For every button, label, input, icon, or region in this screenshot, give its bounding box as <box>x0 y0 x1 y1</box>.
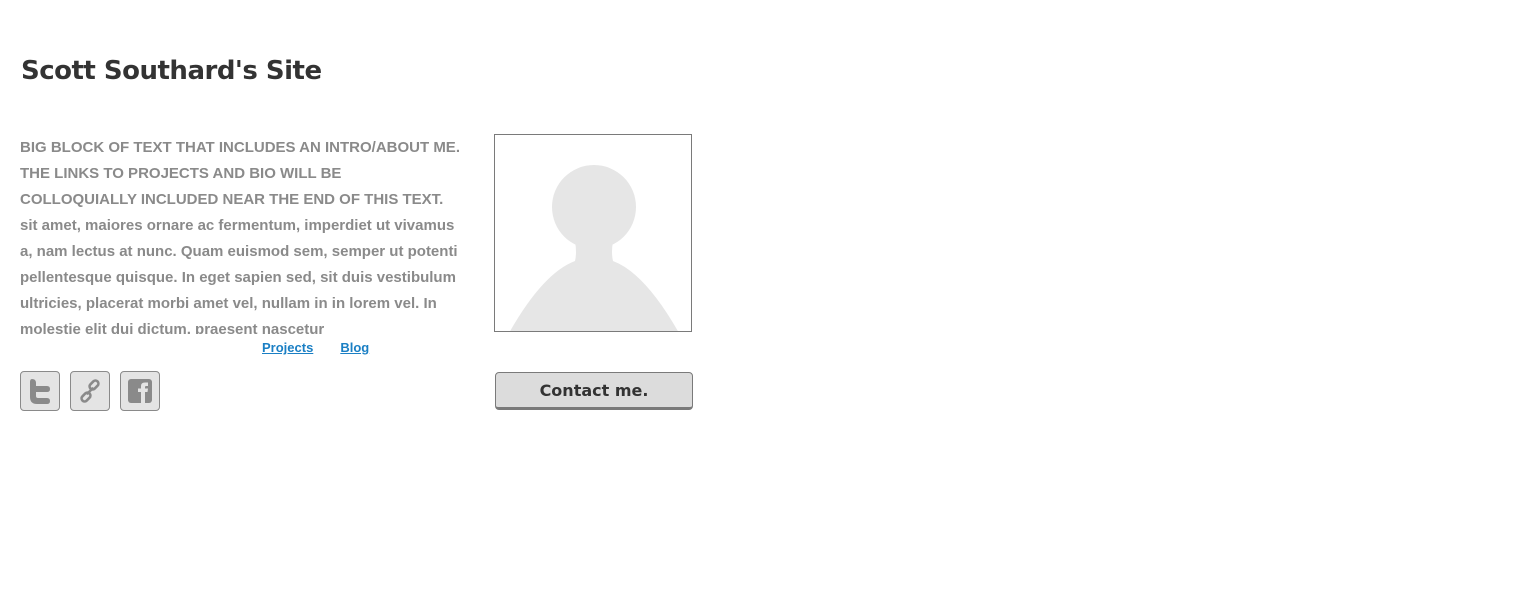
contact-button[interactable]: Contact me. <box>495 372 693 410</box>
page: Scott Southard's Site BIG BLOCK OF TEXT … <box>0 0 1524 600</box>
intro-lead: BIG BLOCK OF TEXT THAT INCLUDES AN INTRO… <box>20 139 460 208</box>
blog-link[interactable]: Blog <box>340 340 369 355</box>
twitter-button[interactable] <box>20 371 60 411</box>
social-buttons <box>20 371 160 411</box>
site-title: Scott Southard's Site <box>21 56 322 86</box>
intro-paragraph: BIG BLOCK OF TEXT THAT INCLUDES AN INTRO… <box>20 135 460 334</box>
avatar-silhouette-icon <box>510 165 678 331</box>
intro-body: sit amet, maiores ornare ac fermentum, i… <box>20 217 458 334</box>
profile-photo-placeholder <box>494 134 692 332</box>
twitter-icon <box>30 379 50 404</box>
link-button[interactable] <box>70 371 110 411</box>
intro-text-block: BIG BLOCK OF TEXT THAT INCLUDES AN INTRO… <box>20 135 460 334</box>
facebook-icon <box>128 379 152 403</box>
facebook-button[interactable] <box>120 371 160 411</box>
inline-links: Projects Blog <box>262 340 369 355</box>
link-icon <box>80 379 100 403</box>
projects-link[interactable]: Projects <box>262 340 313 355</box>
